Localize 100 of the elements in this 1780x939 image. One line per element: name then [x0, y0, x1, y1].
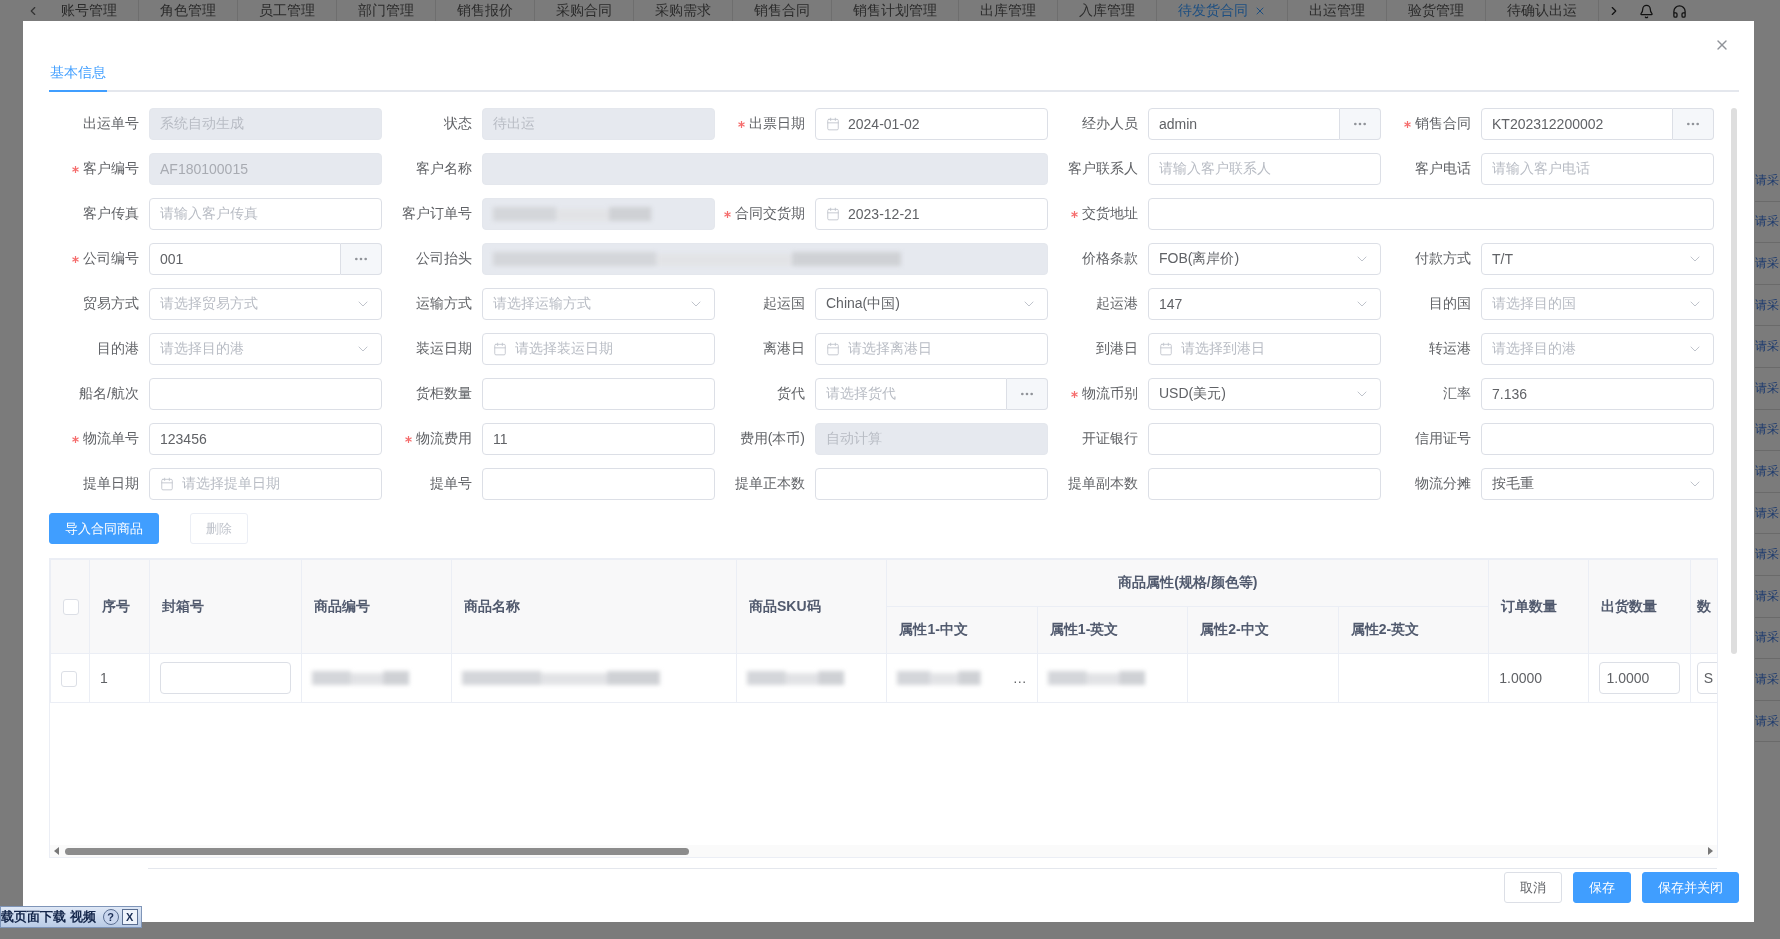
input-field[interactable]: admin: [1148, 108, 1340, 140]
table-link[interactable]: 请采: [1755, 575, 1780, 618]
field-label: 付款方式: [1415, 250, 1471, 268]
select-field[interactable]: FOB(离岸价): [1148, 243, 1381, 275]
more-button[interactable]: [1673, 108, 1714, 140]
input-field[interactable]: [1148, 468, 1381, 500]
input-field[interactable]: [149, 378, 382, 410]
input-field[interactable]: 请输入客户联系人: [1148, 153, 1381, 185]
table-link[interactable]: 请采: [1755, 617, 1780, 660]
table-link[interactable]: 请采: [1755, 160, 1780, 202]
field-label: 目的国: [1429, 295, 1471, 313]
input-field[interactable]: 1.0000: [1599, 662, 1680, 694]
input-field[interactable]: [160, 662, 291, 694]
select-field[interactable]: 按毛重: [1481, 468, 1714, 500]
date-field[interactable]: 请选择提单日期: [149, 468, 382, 500]
vertical-scrollbar[interactable]: [1731, 108, 1737, 654]
field-label: 费用(本币): [739, 430, 805, 448]
checkbox[interactable]: [63, 599, 79, 616]
more-button[interactable]: [1007, 378, 1048, 410]
help-button[interactable]: ?: [102, 909, 119, 925]
headphones-icon[interactable]: [1672, 3, 1687, 19]
table-link[interactable]: 请采: [1755, 367, 1780, 410]
select-field[interactable]: 147: [1148, 288, 1381, 320]
footer-button[interactable]: 保存: [1573, 872, 1631, 903]
select-field[interactable]: 请选择运输方式: [482, 288, 715, 320]
field-label: 起运港: [1096, 295, 1138, 313]
input-field[interactable]: [1148, 423, 1381, 455]
date-field[interactable]: 2024-01-02: [815, 108, 1048, 140]
field-label: 汇率: [1443, 385, 1471, 403]
field-label: 目的港: [97, 340, 139, 358]
input-field[interactable]: KT202312200002: [1481, 108, 1673, 140]
table-link[interactable]: 请采: [1755, 659, 1780, 701]
table-cell: 1: [89, 653, 150, 703]
footer-button[interactable]: 取消: [1504, 872, 1562, 903]
left-arrow-icon[interactable]: [54, 847, 59, 855]
input-field[interactable]: [482, 378, 715, 410]
input-field[interactable]: [1481, 423, 1714, 455]
toolbar-label: 载页面下载 视频: [1, 908, 96, 926]
field-label: 客户名称: [416, 160, 472, 178]
field-label: 合同交货期: [735, 205, 805, 223]
date-field[interactable]: 请选择到港日: [1148, 333, 1381, 365]
table-link[interactable]: 请采: [1755, 243, 1780, 285]
table-link[interactable]: 请采: [1755, 700, 1780, 743]
tab[interactable]: 基本信息: [49, 56, 107, 92]
close-button[interactable]: X: [121, 909, 138, 925]
input-field[interactable]: 123456: [149, 423, 382, 455]
select-field[interactable]: 请选择目的国: [1481, 288, 1714, 320]
calendar-icon: [160, 477, 174, 491]
column-header: 出货数量: [1589, 559, 1691, 654]
input-field[interactable]: 001: [149, 243, 341, 275]
field-label: 物流币别: [1082, 385, 1138, 403]
checkbox[interactable]: [61, 670, 77, 687]
input-field[interactable]: [1148, 198, 1714, 230]
input-field[interactable]: 请选择货代: [815, 378, 1007, 410]
field-label: 公司抬头: [416, 250, 472, 268]
field-label: 提单副本数: [1068, 475, 1138, 493]
more-button[interactable]: [341, 243, 382, 275]
action-button[interactable]: 导入合同商品: [49, 513, 159, 544]
column-header: 属性1-中文: [886, 606, 1038, 654]
table-link[interactable]: 请采: [1755, 409, 1780, 452]
right-arrow-icon[interactable]: [1708, 847, 1713, 855]
input-field[interactable]: 11: [482, 423, 715, 455]
close-icon[interactable]: [1254, 5, 1266, 17]
column-header: 属性1-英文: [1037, 606, 1188, 654]
column-header: 封箱号: [149, 559, 302, 654]
column-header: 商品名称: [451, 559, 737, 654]
input-field[interactable]: [815, 468, 1048, 500]
column-header: 数: [1690, 559, 1717, 654]
select-field[interactable]: USD(美元): [1148, 378, 1381, 410]
input-field[interactable]: 请输入客户电话: [1481, 153, 1714, 185]
date-field[interactable]: 请选择离港日: [815, 333, 1048, 365]
horizontal-scrollbar[interactable]: [50, 845, 1717, 857]
ellipsis-text: …: [1012, 670, 1027, 686]
select-field[interactable]: 请选择贸易方式: [149, 288, 382, 320]
input-field[interactable]: S: [1696, 662, 1717, 694]
select-field[interactable]: 请选择目的港: [1481, 333, 1714, 365]
table-link[interactable]: 请采: [1755, 534, 1780, 576]
bell-icon[interactable]: [1639, 3, 1654, 19]
table-link[interactable]: 请采: [1755, 284, 1780, 327]
date-field[interactable]: 2023-12-21: [815, 198, 1048, 230]
table-link[interactable]: 请采: [1755, 451, 1780, 493]
table-link[interactable]: 请采: [1755, 492, 1780, 535]
select-field[interactable]: 请选择目的港: [149, 333, 382, 365]
field-label: 离港日: [763, 340, 805, 358]
input-field[interactable]: [482, 468, 715, 500]
field-label: 客户电话: [1415, 160, 1471, 178]
date-field[interactable]: 请选择装运日期: [482, 333, 715, 365]
table-link[interactable]: 请采: [1755, 201, 1780, 244]
select-field[interactable]: T/T: [1481, 243, 1714, 275]
field-label: 公司编号: [83, 250, 139, 268]
more-button[interactable]: [1340, 108, 1381, 140]
calendar-icon: [826, 342, 840, 356]
footer-button[interactable]: 保存并关闭: [1642, 872, 1739, 903]
field-label: 状态: [444, 115, 472, 133]
field-label: 提单号: [430, 475, 472, 493]
select-field[interactable]: China(中国): [815, 288, 1048, 320]
input-field[interactable]: 7.136: [1481, 378, 1714, 410]
table-link[interactable]: 请采: [1755, 326, 1780, 368]
input-field[interactable]: 请输入客户传真: [149, 198, 382, 230]
field-label: 物流分摊: [1415, 475, 1471, 493]
